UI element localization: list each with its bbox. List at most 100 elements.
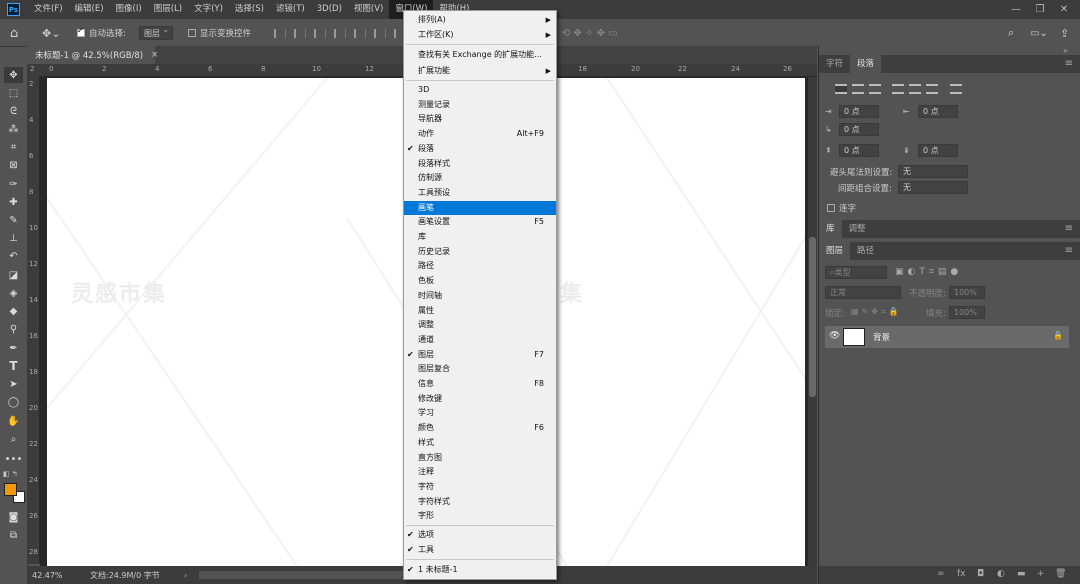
opacity-field[interactable]: 100%	[949, 286, 985, 299]
menu-layer[interactable]: 图层(L)	[148, 0, 188, 19]
menu-filter[interactable]: 滤镜(T)	[270, 0, 311, 19]
layer-filter-dropdown[interactable]: ⌕ 类型	[825, 266, 887, 279]
justify-right-icon[interactable]	[926, 84, 938, 94]
screen-mode-icon[interactable]: ⧉	[4, 527, 23, 543]
close-window-button[interactable]: ✕	[1052, 0, 1076, 19]
foreground-color-swatch[interactable]	[4, 483, 17, 496]
move-tool-icon[interactable]: ✥	[4, 67, 23, 83]
menu-item-paths[interactable]: 路径	[404, 259, 556, 273]
layer-visibility-icon[interactable]: 👁	[829, 331, 840, 341]
menu-item-histogram[interactable]: 直方图	[404, 451, 556, 465]
menu-edit[interactable]: 编辑(E)	[69, 0, 110, 19]
vertical-scrollbar-thumb[interactable]	[809, 237, 816, 397]
menu-item-character-styles[interactable]: 字符样式	[404, 495, 556, 509]
show-transform-checkbox[interactable]	[188, 29, 196, 37]
hyphenate-checkbox[interactable]	[827, 204, 835, 212]
tab-paragraph[interactable]: 段落	[850, 55, 882, 73]
link-layers-icon[interactable]: ∞	[937, 569, 945, 579]
justify-all-icon[interactable]	[950, 84, 962, 94]
vertical-scrollbar[interactable]	[808, 77, 817, 566]
menu-view[interactable]: 视图(V)	[348, 0, 389, 19]
menu-item-modifier-keys[interactable]: 修改键	[404, 392, 556, 406]
history-brush-tool-icon[interactable]: ↶	[4, 248, 23, 264]
home-icon[interactable]: ⌂	[10, 20, 18, 46]
space-before-field[interactable]: 0 点	[839, 144, 879, 157]
default-colors-icon[interactable]: ◧ ↰	[3, 470, 18, 478]
tab-library[interactable]: 库	[819, 220, 842, 238]
layer-style-icon[interactable]: fx	[957, 569, 966, 579]
menu-item-extensions[interactable]: 扩展功能 ▶	[404, 64, 556, 78]
align-left-text-icon[interactable]	[835, 84, 847, 94]
new-group-icon[interactable]: ▬	[1017, 569, 1026, 579]
menu-item-open-document[interactable]: ✔ 1 未标题-1	[404, 563, 556, 577]
delete-layer-icon[interactable]: 🗑	[1055, 569, 1066, 579]
marquee-tool-icon[interactable]: ⬚	[4, 85, 23, 101]
status-arrow-icon[interactable]: ›	[184, 571, 187, 580]
tab-character[interactable]: 字符	[819, 55, 850, 73]
menu-item-tools[interactable]: ✔ 工具	[404, 543, 556, 557]
menu-item-3d[interactable]: 3D	[404, 83, 556, 97]
3d-mode-icons[interactable]: ⟲ ✥ ✧ ✥ ▭	[562, 20, 618, 46]
menu-item-options[interactable]: ✔ 选项	[404, 528, 556, 542]
new-layer-icon[interactable]: +	[1037, 569, 1045, 579]
fill-field[interactable]: 100%	[949, 306, 985, 319]
menu-item-brushes[interactable]: 画笔	[404, 200, 556, 215]
collapse-panels-icon[interactable]: »	[1063, 46, 1068, 55]
layer-filter-icons[interactable]: ▣◐T⌗▤●	[895, 267, 962, 277]
align-top-icon[interactable]	[334, 28, 346, 38]
align-hcenter-icon[interactable]	[294, 28, 306, 38]
align-vcenter-icon[interactable]	[354, 28, 366, 38]
eyedropper-tool-icon[interactable]: ✑	[4, 176, 23, 192]
menu-item-adjustments[interactable]: 调整	[404, 318, 556, 332]
menu-item-notes[interactable]: 注释	[404, 465, 556, 479]
minimize-button[interactable]: —	[1004, 0, 1028, 19]
space-after-field[interactable]: 0 点	[918, 144, 958, 157]
frame-tool-icon[interactable]: ⊠	[4, 157, 23, 173]
ellipse-tool-icon[interactable]: ◯	[4, 394, 23, 410]
kinsoku-dropdown[interactable]: 无	[898, 165, 968, 178]
layer-name[interactable]: 背景	[873, 331, 890, 343]
menu-item-find-extensions[interactable]: 查找有关 Exchange 的扩展功能...	[404, 48, 556, 62]
zoom-level[interactable]: 42.47%	[32, 571, 90, 580]
menu-item-properties[interactable]: 属性	[404, 304, 556, 318]
share-icon[interactable]: ⇪	[1060, 20, 1069, 46]
brush-tool-icon[interactable]: ✎	[4, 212, 23, 228]
justify-center-icon[interactable]	[909, 84, 921, 94]
menu-item-actions[interactable]: 动作 Alt+F9	[404, 127, 556, 141]
pen-tool-icon[interactable]: ✒	[4, 340, 23, 356]
horizontal-scrollbar[interactable]	[199, 571, 409, 579]
tab-layers[interactable]: 图层	[819, 242, 851, 260]
auto-select-dropdown[interactable]: 图层	[139, 25, 173, 40]
indent-left-field[interactable]: 0 点	[839, 105, 879, 118]
tab-adjustments[interactable]: 调整	[842, 220, 873, 238]
tab-paths[interactable]: 路径	[850, 242, 881, 260]
lasso-tool-icon[interactable]: ᘓ	[4, 103, 23, 119]
menu-item-color[interactable]: 颜色 F6	[404, 421, 556, 435]
panel-menu-icon[interactable]: ≡	[1065, 223, 1073, 234]
more-tools-icon[interactable]: •••	[4, 451, 23, 467]
blend-mode-dropdown[interactable]: 正常	[825, 286, 901, 299]
menu-item-timeline[interactable]: 时间轴	[404, 289, 556, 303]
menu-item-history[interactable]: 历史记录	[404, 245, 556, 259]
menu-item-info[interactable]: 信息 F8	[404, 377, 556, 391]
magic-wand-tool-icon[interactable]: ⁂	[4, 121, 23, 137]
panel-menu-icon[interactable]: ≡	[1065, 245, 1073, 256]
menu-image[interactable]: 图像(I)	[110, 0, 148, 19]
paint-bucket-tool-icon[interactable]: ◈	[4, 285, 23, 301]
clone-stamp-tool-icon[interactable]: ⊥	[4, 230, 23, 246]
menu-item-character[interactable]: 字符	[404, 480, 556, 494]
menu-select[interactable]: 选择(S)	[229, 0, 270, 19]
menu-item-paragraph-styles[interactable]: 段落样式	[404, 157, 556, 171]
search-icon[interactable]: ⌕	[1008, 20, 1014, 46]
auto-select-checkbox[interactable]	[77, 26, 85, 37]
crop-tool-icon[interactable]: ⌗	[4, 139, 23, 155]
align-center-text-icon[interactable]	[852, 84, 864, 94]
menu-item-layers[interactable]: ✔ 图层 F7	[404, 348, 556, 362]
type-tool-icon[interactable]: T	[4, 358, 23, 374]
align-bottom-icon[interactable]	[374, 28, 386, 38]
align-right-icon[interactable]	[314, 28, 326, 38]
zoom-tool-icon[interactable]: ⌕	[4, 431, 23, 447]
healing-brush-tool-icon[interactable]: ✚	[4, 194, 23, 210]
menu-item-styles[interactable]: 样式	[404, 436, 556, 450]
align-left-icon[interactable]	[274, 28, 286, 38]
